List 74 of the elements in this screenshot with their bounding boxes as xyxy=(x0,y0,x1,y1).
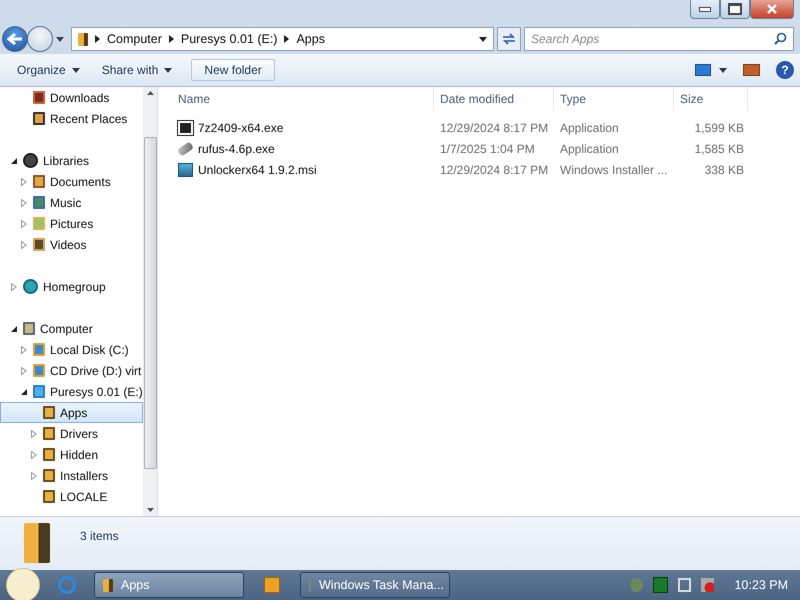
start-button[interactable] xyxy=(6,568,40,600)
breadcrumb[interactable]: Puresys 0.01 (E:) xyxy=(180,32,278,46)
toolbar-button[interactable]: New folder xyxy=(191,59,275,81)
table-cell-text: 12/29/2024 8:17 PM xyxy=(439,120,550,136)
column-header[interactable]: Type xyxy=(554,87,674,111)
caret-icon xyxy=(719,68,727,72)
close-button[interactable] xyxy=(750,0,794,19)
item-count: 3 items xyxy=(80,529,119,543)
chevron-icon xyxy=(168,35,174,43)
minimize-button[interactable] xyxy=(690,0,720,19)
column-header[interactable]: Name xyxy=(172,87,434,111)
expander-icon[interactable] xyxy=(10,156,18,164)
forward-button[interactable] xyxy=(27,26,53,52)
search-field[interactable]: Search Apps xyxy=(524,27,794,51)
address-field[interactable]: Computer Puresys 0.01 (E:) Apps xyxy=(71,27,494,51)
file-name[interactable]: rufus-4.6p.exe xyxy=(198,140,275,156)
tree-item[interactable]: Computer xyxy=(0,318,143,339)
tree-item[interactable]: Hidden xyxy=(0,444,143,465)
tree-item[interactable]: LOCALE xyxy=(0,486,143,507)
maximize-button[interactable] xyxy=(720,0,750,19)
table-cell-text: 1,585 KB xyxy=(694,140,745,156)
tree-item[interactable]: Apps xyxy=(0,402,143,423)
table-cell-text: 12/29/2024 8:17 PM xyxy=(439,162,550,178)
close-icon xyxy=(766,4,778,14)
refresh-icon xyxy=(501,32,517,46)
tree-item[interactable]: Recent Places xyxy=(0,108,143,129)
clock: 10:23 PM xyxy=(734,578,788,592)
tree-item[interactable]: Drivers xyxy=(0,423,143,444)
caret-icon xyxy=(72,68,80,72)
toolbar-button[interactable]: Organize xyxy=(8,59,89,81)
search-icon xyxy=(774,32,787,45)
tree-item[interactable]: Downloads xyxy=(0,87,143,108)
help-button[interactable]: ? xyxy=(776,61,794,79)
tree-item[interactable]: Videos xyxy=(0,234,143,255)
tree-item[interactable]: Puresys 0.01 (E:) xyxy=(0,381,143,402)
file-name[interactable]: 7z2409-x64.exe xyxy=(198,120,284,136)
arrow-left-icon xyxy=(6,32,24,46)
table-cell-text: 338 KB xyxy=(704,162,745,178)
tree-item[interactable]: Pictures xyxy=(0,213,143,234)
refresh-button[interactable] xyxy=(497,27,521,51)
tree-item[interactable]: CD Drive (D:) virt xyxy=(0,360,143,381)
tree-item[interactable]: Music xyxy=(0,192,143,213)
file-name[interactable]: Unlockerx64 1.9.2.msi xyxy=(198,162,317,178)
chevron-icon xyxy=(95,35,100,43)
table-cell-text: 1/7/2025 1:04 PM xyxy=(439,140,536,156)
caret-icon[interactable] xyxy=(479,36,487,42)
taskbar-button[interactable]: Windows Task Mana... xyxy=(300,572,450,598)
tree-item[interactable]: Libraries xyxy=(0,150,143,171)
caret-icon[interactable] xyxy=(56,36,64,42)
toolbar-button[interactable]: Share with xyxy=(92,59,182,81)
tree-item[interactable]: Installers xyxy=(0,465,143,486)
table-cell-text: Application xyxy=(559,120,620,136)
caret-icon xyxy=(164,68,172,72)
breadcrumb[interactable]: Computer xyxy=(107,32,162,46)
column-header[interactable]: Size xyxy=(674,87,748,111)
expander-icon[interactable] xyxy=(10,324,18,332)
scrollbar[interactable] xyxy=(143,87,157,516)
installer-icon xyxy=(178,162,193,176)
tree-item[interactable]: Local Disk (C:) xyxy=(0,339,143,360)
table-cell-text: Application xyxy=(559,140,620,156)
scroll-down-icon[interactable] xyxy=(146,508,154,512)
sphere-icon xyxy=(23,279,38,294)
archive-icon xyxy=(178,120,193,134)
back-button[interactable] xyxy=(2,26,28,52)
tree-item[interactable]: Homegroup xyxy=(0,276,143,297)
column-header[interactable]: Date modified xyxy=(434,87,554,111)
table-cell-text: 1,599 KB xyxy=(694,120,745,136)
chevron-icon xyxy=(284,35,290,43)
scroll-up-icon[interactable] xyxy=(146,91,154,95)
breadcrumb[interactable]: Apps xyxy=(296,32,325,46)
table-cell-text: Windows Installer ... xyxy=(559,162,668,178)
expander-icon[interactable] xyxy=(20,388,28,396)
sphere-icon xyxy=(23,153,38,168)
tree-item[interactable]: Documents xyxy=(0,171,143,192)
